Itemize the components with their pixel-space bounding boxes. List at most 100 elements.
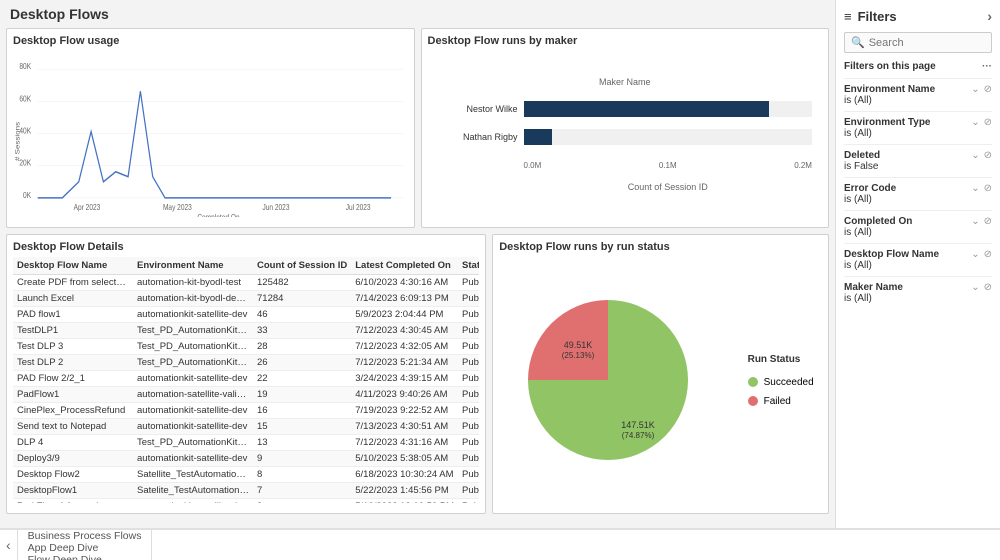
table-cell: Create PDF from selected PDF page(s) - C… [13,275,133,291]
table-cell: 22 [253,371,351,387]
table-cell: 7/19/2023 9:22:52 AM [351,403,458,419]
details-table-wrapper[interactable]: Desktop Flow Name Environment Name Count… [13,257,479,503]
filter-item[interactable]: Environment Type ⌄ ⊘ is (All) [844,111,992,144]
svg-text:Completed On: Completed On [197,212,239,217]
table-cell: Published [458,275,479,291]
table-cell: automationkit-satellite-dev [133,419,253,435]
filter-chevron-icon[interactable]: ⌄ [971,282,979,293]
filter-value: is (All) [844,227,992,238]
table-row[interactable]: DLP 4Test_PD_AutomationKit_Satellite137/… [13,435,479,451]
table-cell: automationkit-satellite-dev [133,371,253,387]
filter-item-header: Deleted ⌄ ⊘ [844,150,992,161]
svg-text:Jun 2023: Jun 2023 [263,202,290,212]
filter-name: Maker Name [844,282,903,293]
table-cell: Published [458,307,479,323]
table-row[interactable]: Create PDF from selected PDF page(s) - C… [13,275,479,291]
tab-app-deep-dive[interactable]: App Deep Dive [18,542,153,554]
table-cell: automation-satellite-validation [133,387,253,403]
filter-name: Error Code [844,183,896,194]
runs-by-maker-card: Desktop Flow runs by maker Maker Name Ne… [421,28,830,228]
filter-chevron-icon[interactable]: ⌄ [971,117,979,128]
filter-chevron-icon[interactable]: ⌄ [971,216,979,227]
table-row[interactable]: PadFlow1automation-satellite-validation1… [13,387,479,403]
page-title: Desktop Flows [6,6,829,22]
runs-by-maker-title: Desktop Flow runs by maker [428,35,823,47]
table-cell: Published [458,339,479,355]
filter-chevron-icon[interactable]: ⌄ [971,84,979,95]
table-cell: 6/18/2023 10:30:24 AM [351,467,458,483]
maker-bar-2 [524,129,553,145]
filter-icons: ⌄ ⊘ [971,249,992,260]
search-input[interactable] [869,37,1000,49]
table-row[interactable]: Launch Excelautomation-kit-byodl-demo712… [13,291,479,307]
legend-failed: Failed [748,396,814,407]
svg-text:147.51K: 147.51K [621,420,655,430]
svg-text:80K: 80K [19,61,31,71]
sidebar-close-button[interactable]: › [987,8,992,24]
tab-nav-left[interactable]: ‹ [0,530,18,560]
table-cell: 7/12/2023 4:31:16 AM [351,435,458,451]
table-cell: 125482 [253,275,351,291]
table-row[interactable]: Pad Flow 1 for testingautomationkit-sate… [13,499,479,504]
maker-row-nestor: Nestor Wilke [438,101,813,117]
table-row[interactable]: Test DLP 3Test_PD_AutomationKit_Satellit… [13,339,479,355]
filter-name: Desktop Flow Name [844,249,939,260]
filter-edit-icon[interactable]: ⊘ [984,216,992,227]
table-row[interactable]: DesktopFlow1Satelite_TestAutomationKIT75… [13,483,479,499]
filter-item-header: Desktop Flow Name ⌄ ⊘ [844,249,992,260]
table-cell: 7/13/2023 4:30:51 AM [351,419,458,435]
filter-edit-icon[interactable]: ⊘ [984,150,992,161]
filter-item[interactable]: Maker Name ⌄ ⊘ is (All) [844,276,992,309]
table-cell: Send text to Notepad [13,419,133,435]
table-cell: Published [458,419,479,435]
filter-chevron-icon[interactable]: ⌄ [971,150,979,161]
filter-item-header: Maker Name ⌄ ⊘ [844,282,992,293]
search-box[interactable]: 🔍 [844,32,992,53]
filters-dots-button[interactable]: ··· [982,61,992,72]
svg-text:Jul 2023: Jul 2023 [346,202,371,212]
failed-dot [748,396,758,406]
filter-item[interactable]: Desktop Flow Name ⌄ ⊘ is (All) [844,243,992,276]
filter-edit-icon[interactable]: ⊘ [984,84,992,95]
filter-item[interactable]: Environment Name ⌄ ⊘ is (All) [844,78,992,111]
table-row[interactable]: Test DLP 2Test_PD_AutomationKit_Satellit… [13,355,479,371]
table-cell: 16 [253,403,351,419]
table-cell: Desktop Flow2 [13,467,133,483]
table-row[interactable]: TestDLP1Test_PD_AutomationKit_Satellite3… [13,323,479,339]
table-row[interactable]: Desktop Flow2Satellite_TestAutomationKIT… [13,467,479,483]
filter-item[interactable]: Error Code ⌄ ⊘ is (All) [844,177,992,210]
table-cell: Published [458,323,479,339]
filter-item[interactable]: Completed On ⌄ ⊘ is (All) [844,210,992,243]
col-env-name: Environment Name [133,257,253,275]
table-row[interactable]: Send text to Notepadautomationkit-satell… [13,419,479,435]
tabs-container: Business Process FlowsApp Deep DiveFlow … [18,530,153,560]
table-cell: 7 [253,483,351,499]
table-cell: DesktopFlow1 [13,483,133,499]
maker-row-nathan: Nathan Rigby [438,129,813,145]
tab-business-process-flows[interactable]: Business Process Flows [18,530,153,542]
table-cell: PAD flow1 [13,307,133,323]
filter-edit-icon[interactable]: ⊘ [984,282,992,293]
table-row[interactable]: Deploy3/9automationkit-satellite-dev95/1… [13,451,479,467]
table-row[interactable]: PAD Flow 2/2_1automationkit-satellite-de… [13,371,479,387]
usage-chart-card: Desktop Flow usage 80K 60K 40K 20K 0K # … [6,28,415,228]
filter-edit-icon[interactable]: ⊘ [984,183,992,194]
filter-chevron-icon[interactable]: ⌄ [971,249,979,260]
table-cell: Published [458,451,479,467]
failed-label: Failed [764,396,791,407]
filter-chevron-icon[interactable]: ⌄ [971,183,979,194]
tab-flow-deep-dive[interactable]: Flow Deep Dive [18,554,153,560]
succeeded-dot [748,377,758,387]
table-cell: 8 [253,467,351,483]
table-cell: automationkit-satellite-dev [133,307,253,323]
filter-edit-icon[interactable]: ⊘ [984,249,992,260]
table-row[interactable]: CinePlex_ProcessRefundautomationkit-sate… [13,403,479,419]
x-axis-ticks: 0.0M 0.1M 0.2M [438,161,813,170]
x-tick-1: 0.0M [524,161,542,170]
filter-edit-icon[interactable]: ⊘ [984,117,992,128]
table-row[interactable]: PAD flow1automationkit-satellite-dev465/… [13,307,479,323]
table-cell: Deploy3/9 [13,451,133,467]
usage-chart-title: Desktop Flow usage [13,35,408,47]
filter-item[interactable]: Deleted ⌄ ⊘ is False [844,144,992,177]
table-cell: Published [458,387,479,403]
